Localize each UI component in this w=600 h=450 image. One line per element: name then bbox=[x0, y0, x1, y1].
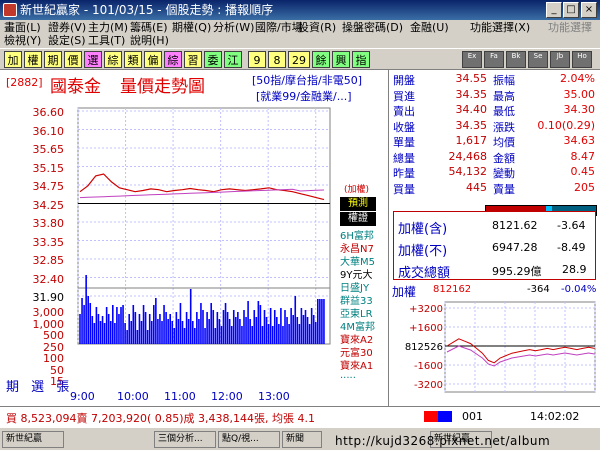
toolbar-button[interactable]: 選 bbox=[84, 51, 102, 68]
time-tick-label: 12:00 bbox=[211, 390, 243, 403]
toolbar-button[interactable]: 指 bbox=[352, 51, 370, 68]
toolbar-button[interactable]: 類 bbox=[124, 51, 142, 68]
menu-item[interactable]: 操盤密碼(D) bbox=[342, 21, 403, 35]
title-bar: 新世紀贏家 - 101/03/15 - 個股走勢 : 播報順序 bbox=[0, 0, 600, 20]
toolbar-button[interactable]: 8 bbox=[268, 51, 286, 68]
menu-item[interactable]: 證券(V) bbox=[48, 21, 86, 35]
plot-frame bbox=[77, 107, 331, 345]
quote-pane: 開盤 34.55 振幅 2.04% 買進 34.35 最高 35.00 賣出 34.40 最低 34.… bbox=[388, 70, 600, 406]
toolbar: 加 權 期 價 選 綜 類 偏 綜 習 委 江 9 8 29 餘 興 指 Ex … bbox=[0, 48, 600, 70]
task-item[interactable]: 點Q/視... bbox=[218, 431, 280, 448]
warrant-item[interactable]: ..... bbox=[340, 370, 356, 381]
stock-input[interactable]: 001 bbox=[462, 410, 483, 423]
status-bar: 買 8,523,094賣 7,203,920( 0.85)成 3,438,144… bbox=[0, 406, 600, 427]
toolbar-button[interactable]: 習 bbox=[184, 51, 202, 68]
maximize-button[interactable]: □ bbox=[563, 2, 579, 18]
menu-item[interactable]: 籌碼(E) bbox=[130, 21, 168, 35]
minimize-button[interactable]: _ bbox=[546, 2, 562, 18]
toolbar-button[interactable]: 期 bbox=[44, 51, 62, 68]
toolbar-button[interactable]: 9 bbox=[248, 51, 266, 68]
taskbar: 新世紀贏 三個分析... 點Q/視... 新聞 新世紀贏 http://kujd… bbox=[0, 427, 600, 450]
menu-item[interactable]: 工具(T) bbox=[88, 34, 125, 48]
menu-item[interactable]: 主力(M) bbox=[88, 21, 128, 35]
app-icon bbox=[3, 3, 17, 17]
toolbar-button[interactable]: 權 bbox=[24, 51, 42, 68]
menu-bar: 畫面(L) 證券(V) 主力(M) 籌碼(E) 期權(Q) 分析(W) 國際/市… bbox=[0, 20, 600, 48]
time-tick-label: 13:00 bbox=[258, 390, 290, 403]
mini-index-chart bbox=[444, 301, 596, 393]
toolbar-icon-button[interactable]: Bk bbox=[506, 51, 526, 68]
time-tick-label: 11:00 bbox=[164, 390, 196, 403]
menu-item[interactable]: 畫面(L) bbox=[4, 21, 41, 35]
warrant-button[interactable]: 權證 bbox=[340, 212, 376, 226]
toolbar-icon-button[interactable]: Ex bbox=[462, 51, 482, 68]
menu-item[interactable]: 功能選擇 bbox=[548, 21, 592, 35]
toolbar-button[interactable]: 加 bbox=[4, 51, 22, 68]
task-item[interactable]: 新聞 bbox=[282, 431, 322, 448]
toolbar-icon-button[interactable]: Jb bbox=[550, 51, 570, 68]
toolbar-button[interactable]: 江 bbox=[224, 51, 242, 68]
menu-item[interactable]: 設定(S) bbox=[48, 34, 86, 48]
price-volume-chart bbox=[77, 107, 331, 345]
status-color-blue bbox=[438, 411, 452, 422]
status-color-red bbox=[424, 411, 438, 422]
toolbar-button[interactable]: 價 bbox=[64, 51, 82, 68]
menu-item[interactable]: 功能選擇(X) bbox=[470, 21, 530, 35]
time-tick-label: 9:00 bbox=[70, 390, 95, 403]
menu-item[interactable]: 檢視(Y) bbox=[4, 34, 41, 48]
chart-pane: [2882] 國泰金 量價走勢圖 [50指/摩台指/非電50] [就業99/金融… bbox=[0, 70, 388, 406]
task-item[interactable]: 新世紀贏 bbox=[2, 431, 64, 448]
toolbar-button[interactable]: 29 bbox=[288, 51, 310, 68]
toolbar-icon-button[interactable]: Ho bbox=[572, 51, 592, 68]
menu-item[interactable]: 說明(H) bbox=[130, 34, 169, 48]
trade-summary: 買 8,523,094賣 7,203,920( 0.85)成 3,438,144… bbox=[6, 412, 315, 425]
clock: 14:02:02 bbox=[530, 410, 580, 423]
time-tick-label: 10:00 bbox=[117, 390, 149, 403]
toolbar-button[interactable]: 偏 bbox=[144, 51, 162, 68]
menu-item[interactable]: 期權(Q) bbox=[172, 21, 211, 35]
toolbar-button[interactable]: 委 bbox=[204, 51, 222, 68]
toolbar-button[interactable]: 綜 bbox=[104, 51, 122, 68]
watermark-text: http://kujd3268.pixnet.net/album bbox=[335, 434, 551, 448]
forecast-button[interactable]: 預測 bbox=[340, 197, 376, 211]
toolbar-button[interactable]: 餘 bbox=[312, 51, 330, 68]
toolbar-button[interactable]: 興 bbox=[332, 51, 350, 68]
index-tag: (加權) bbox=[344, 185, 370, 195]
menu-item[interactable]: 金融(U) bbox=[410, 21, 449, 35]
task-item[interactable]: 三個分析... bbox=[154, 431, 216, 448]
toolbar-icon-button[interactable]: Fa bbox=[484, 51, 504, 68]
toolbar-button[interactable]: 綜 bbox=[164, 51, 182, 68]
window-title: 新世紀贏家 - 101/03/15 - 個股走勢 : 播報順序 bbox=[20, 3, 274, 17]
close-button[interactable]: × bbox=[581, 2, 597, 18]
menu-item[interactable]: 投資(R) bbox=[298, 21, 336, 35]
mini-frame bbox=[444, 301, 596, 393]
menu-item[interactable]: 國際/市場 bbox=[255, 21, 303, 35]
menu-item[interactable]: 分析(W) bbox=[213, 21, 254, 35]
toolbar-icon-button[interactable]: Se bbox=[528, 51, 548, 68]
